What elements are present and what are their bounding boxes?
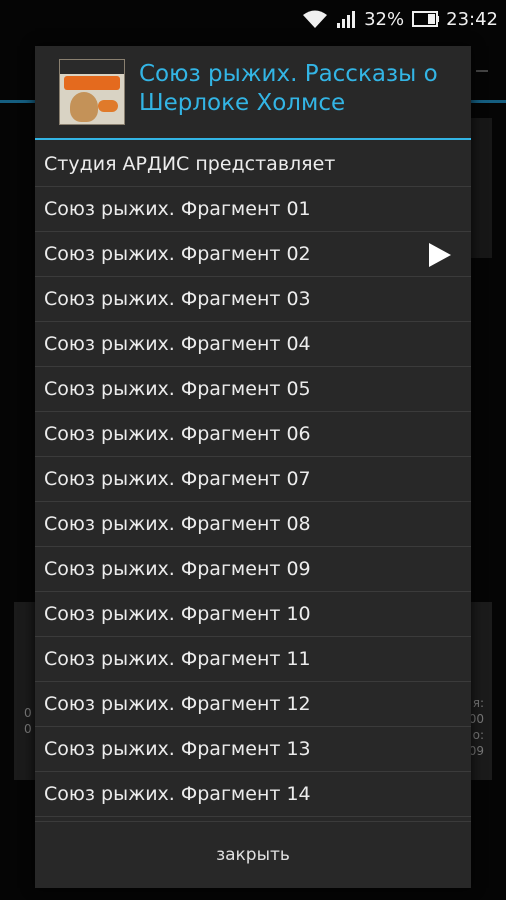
- track-item[interactable]: Союз рыжих. Фрагмент 04: [35, 322, 471, 367]
- signal-icon: [336, 9, 358, 29]
- track-label: Союз рыжих. Фрагмент 10: [44, 603, 311, 625]
- track-item[interactable]: Союз рыжих. Фрагмент 12: [35, 682, 471, 727]
- book-cover-icon: [59, 59, 125, 125]
- track-item[interactable]: Союз рыжих. Фрагмент 06: [35, 412, 471, 457]
- track-label: Союз рыжих. Фрагмент 08: [44, 513, 311, 535]
- track-label: Союз рыжих. Фрагмент 07: [44, 468, 311, 490]
- battery-percent: 32%: [364, 8, 405, 30]
- track-label: Союз рыжих. Фрагмент 14: [44, 783, 311, 805]
- wifi-icon: [302, 9, 328, 29]
- play-icon: [429, 243, 451, 267]
- track-label: Союз рыжих. Фрагмент 04: [44, 333, 311, 355]
- track-item[interactable]: Союз рыжих. Фрагмент 13: [35, 727, 471, 772]
- dialog-title: Союз рыжих. Рассказы о Шерлоке Холмсе: [139, 61, 438, 116]
- track-label: Союз рыжих. Фрагмент 02: [44, 243, 311, 265]
- track-item-playing[interactable]: Союз рыжих. Фрагмент 02: [35, 232, 471, 277]
- close-button[interactable]: закрыть: [35, 821, 471, 888]
- track-label: Союз рыжих. Фрагмент 01: [44, 198, 311, 220]
- background-menu-hint: [476, 70, 488, 72]
- track-label: Союз рыжих. Фрагмент 09: [44, 558, 311, 580]
- track-item[interactable]: Союз рыжих. Фрагмент 10: [35, 592, 471, 637]
- dialog-header: Союз рыжих. Рассказы о Шерлоке Холмсе: [35, 46, 471, 140]
- track-item[interactable]: Союз рыжих. Фрагмент 05: [35, 367, 471, 412]
- track-list-dialog: Союз рыжих. Рассказы о Шерлоке Холмсе Ст…: [35, 46, 471, 888]
- track-item[interactable]: Союз рыжих. Фрагмент 07: [35, 457, 471, 502]
- track-item[interactable]: Союз рыжих. Фрагмент 01: [35, 187, 471, 232]
- background-left-text: 0 0: [24, 706, 32, 736]
- clock: 23:42: [446, 8, 498, 30]
- track-label: Союз рыжих. Фрагмент 12: [44, 693, 311, 715]
- track-label: Студия АРДИС представляет: [44, 153, 336, 175]
- track-label: Союз рыжих. Фрагмент 03: [44, 288, 311, 310]
- status-bar: 32% 23:42: [0, 0, 506, 38]
- background-panel-top-right: [470, 118, 492, 258]
- background-panel-left: [14, 602, 36, 780]
- track-item[interactable]: Союз рыжих. Фрагмент 03: [35, 277, 471, 322]
- background-right-text: я: 00 о: 09: [468, 696, 484, 758]
- track-label: Союз рыжих. Фрагмент 13: [44, 738, 311, 760]
- track-item[interactable]: Союз рыжих. Фрагмент 09: [35, 547, 471, 592]
- track-label: Союз рыжих. Фрагмент 06: [44, 423, 311, 445]
- track-item[interactable]: Союз рыжих. Фрагмент 08: [35, 502, 471, 547]
- battery-icon: [412, 10, 440, 28]
- track-item[interactable]: Союз рыжих. Фрагмент 11: [35, 637, 471, 682]
- track-label: Союз рыжих. Фрагмент 11: [44, 648, 311, 670]
- track-label: Союз рыжих. Фрагмент 05: [44, 378, 311, 400]
- track-item[interactable]: Союз рыжих. Фрагмент 14: [35, 772, 471, 817]
- track-list: Студия АРДИС представляет Союз рыжих. Фр…: [35, 142, 471, 817]
- track-item[interactable]: Студия АРДИС представляет: [35, 142, 471, 187]
